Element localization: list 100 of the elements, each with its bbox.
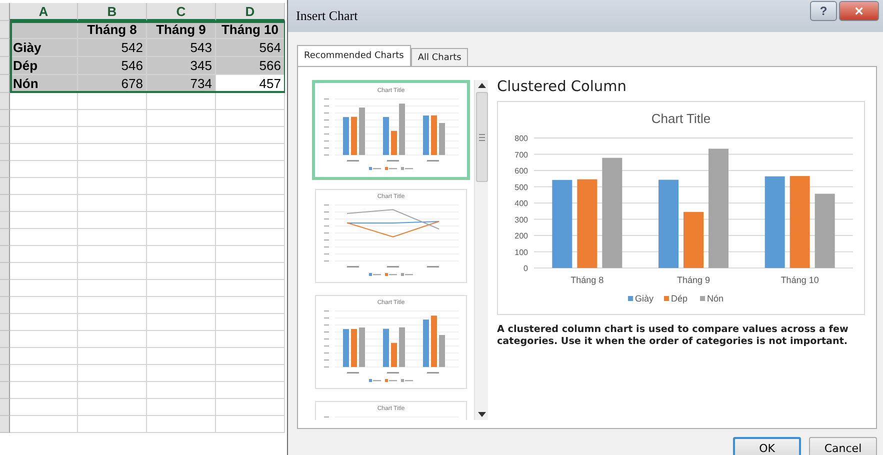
- table-cell: [78, 297, 147, 314]
- row-header[interactable]: [0, 263, 10, 280]
- table-cell: [216, 280, 285, 297]
- row-header[interactable]: [0, 416, 10, 433]
- scrollbar[interactable]: [474, 80, 488, 420]
- table-cell: [147, 399, 216, 416]
- row-header[interactable]: [0, 399, 10, 416]
- chart-description: A clustered column chart is used to compare values across a few categories. Use it when the order of categories is not important.: [497, 324, 850, 348]
- table-cell: [78, 93, 147, 110]
- table-cell: [78, 127, 147, 144]
- table-cell: [10, 365, 78, 382]
- row-header[interactable]: [0, 246, 10, 263]
- table-cell: [216, 110, 285, 127]
- legend-label: Nón: [707, 294, 724, 304]
- table-cell: [78, 246, 147, 263]
- row-header[interactable]: [0, 39, 10, 57]
- row-header[interactable]: [0, 161, 10, 178]
- ok-button[interactable]: OK: [733, 437, 801, 455]
- cancel-button[interactable]: Cancel: [809, 437, 877, 455]
- table-cell: [216, 263, 285, 280]
- row-header[interactable]: [0, 365, 10, 382]
- table-cell: [147, 297, 216, 314]
- row-header[interactable]: [0, 178, 10, 195]
- category-label: Tháng 10: [780, 275, 819, 285]
- table-cell: [216, 297, 285, 314]
- row-header[interactable]: [0, 93, 10, 110]
- table-cell: [147, 348, 216, 365]
- table-cell: [78, 280, 147, 297]
- table-cell: [10, 314, 78, 331]
- row-header[interactable]: [0, 127, 10, 144]
- table-cell: 542: [78, 39, 147, 57]
- axis-tick-label: 600: [514, 166, 528, 176]
- legend-item: Giày: [628, 294, 654, 304]
- row-header[interactable]: [0, 229, 10, 246]
- table-cell: [216, 331, 285, 348]
- tab[interactable]: Recommended Charts: [297, 45, 411, 66]
- select-all-corner[interactable]: [0, 3, 10, 21]
- axis-tick-label: 400: [514, 199, 528, 208]
- table-cell: [78, 212, 147, 229]
- row-header[interactable]: [0, 280, 10, 297]
- table-cell: [78, 178, 147, 195]
- row-header[interactable]: [0, 212, 10, 229]
- row-header[interactable]: [0, 297, 10, 314]
- table-cell: 546: [78, 57, 147, 75]
- table-cell: [216, 178, 285, 195]
- table-cell: [216, 195, 285, 212]
- scroll-down-icon[interactable]: [478, 412, 486, 418]
- row-header[interactable]: [0, 348, 10, 365]
- table-cell: [10, 229, 78, 246]
- table-cell: [147, 314, 216, 331]
- row-header[interactable]: [0, 21, 10, 39]
- table-cell: [10, 212, 78, 229]
- row-header[interactable]: [0, 110, 10, 127]
- row-header[interactable]: [0, 57, 10, 75]
- row-header[interactable]: [0, 195, 10, 212]
- table-cell: [216, 314, 285, 331]
- table-cell: [216, 399, 285, 416]
- table-cell: [147, 229, 216, 246]
- row-header[interactable]: [0, 331, 10, 348]
- table-cell: 564: [216, 39, 285, 57]
- table-cell: [10, 110, 78, 127]
- table-cell: [216, 365, 285, 382]
- row-header[interactable]: [0, 314, 10, 331]
- table-cell: [10, 331, 78, 348]
- table-cell: [78, 161, 147, 178]
- table-cell: [147, 144, 216, 161]
- table-cell: [216, 93, 285, 110]
- table-cell: [78, 110, 147, 127]
- table-cell: [147, 93, 216, 110]
- table-cell: [78, 331, 147, 348]
- table-cell: [216, 127, 285, 144]
- axis-tick-label: 100: [514, 248, 528, 257]
- table-cell: [78, 348, 147, 365]
- table-cell: Giày: [10, 39, 78, 57]
- axis-tick-label: 200: [514, 232, 528, 240]
- row-header[interactable]: [0, 144, 10, 161]
- table-cell: [147, 280, 216, 297]
- category-label: Tháng 9: [676, 275, 710, 285]
- table-cell: [78, 144, 147, 161]
- column-header[interactable]: B: [78, 3, 147, 21]
- table-cell: [10, 399, 78, 416]
- tab[interactable]: All Charts: [410, 48, 468, 66]
- table-cell: [10, 280, 78, 297]
- column-header[interactable]: D: [216, 3, 285, 21]
- column-header[interactable]: A: [10, 3, 78, 21]
- scroll-thumb[interactable]: [476, 92, 488, 182]
- table-cell: [10, 195, 78, 212]
- scroll-up-icon[interactable]: [478, 82, 486, 88]
- table-cell: [216, 416, 285, 433]
- legend-label: Giày: [635, 294, 654, 304]
- close-button[interactable]: ×: [839, 1, 879, 21]
- table-cell: [78, 382, 147, 399]
- table-cell: [10, 144, 78, 161]
- help-button[interactable]: ?: [810, 1, 837, 21]
- row-header[interactable]: [0, 382, 10, 399]
- table-cell: [216, 382, 285, 399]
- bar: [684, 212, 704, 268]
- row-header[interactable]: [0, 75, 10, 93]
- table-cell: [147, 331, 216, 348]
- table-cell: [10, 127, 78, 144]
